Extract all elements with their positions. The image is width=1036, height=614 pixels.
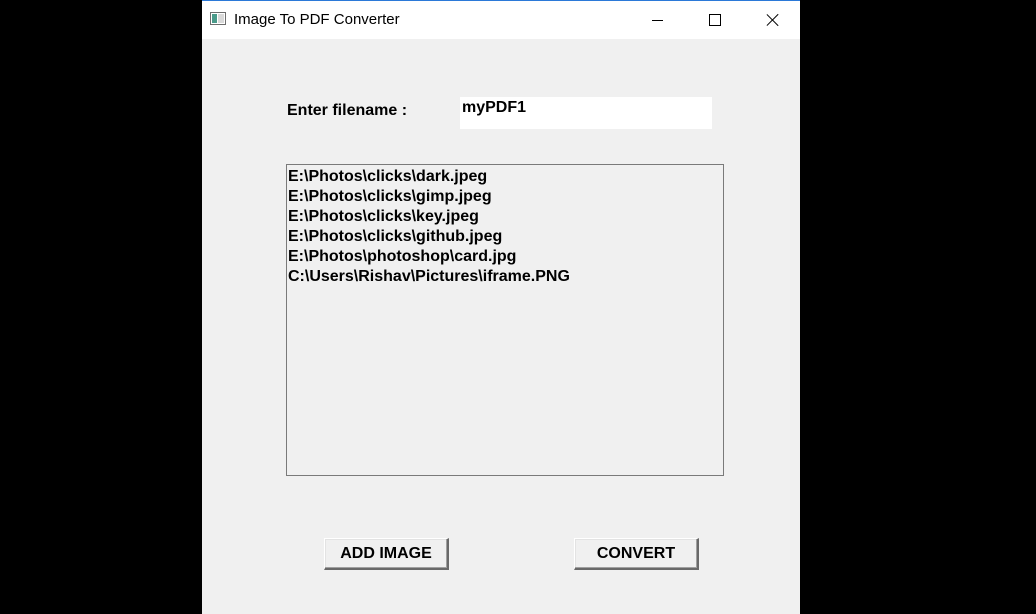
app-window: Image To PDF Converter Enter filename : … xyxy=(202,0,800,614)
list-item[interactable]: E:\Photos\photoshop\card.jpg xyxy=(288,247,723,267)
minimize-button[interactable] xyxy=(634,1,680,39)
list-item[interactable]: C:\Users\Rishav\Pictures\iframe.PNG xyxy=(288,267,723,287)
maximize-button[interactable] xyxy=(692,1,738,39)
filename-label: Enter filename : xyxy=(287,102,408,119)
window-title: Image To PDF Converter xyxy=(234,11,400,28)
add-image-button[interactable]: ADD IMAGE xyxy=(324,538,449,570)
filename-input[interactable]: myPDF1 xyxy=(460,97,712,129)
close-icon xyxy=(766,13,780,27)
maximize-icon xyxy=(709,14,721,26)
convert-button[interactable]: CONVERT xyxy=(574,538,699,570)
app-icon xyxy=(210,12,226,25)
close-button[interactable] xyxy=(750,1,796,39)
list-item[interactable]: E:\Photos\clicks\github.jpeg xyxy=(288,227,723,247)
title-bar[interactable]: Image To PDF Converter xyxy=(202,0,800,39)
list-item[interactable]: E:\Photos\clicks\dark.jpeg xyxy=(288,167,723,187)
list-item[interactable]: E:\Photos\clicks\gimp.jpeg xyxy=(288,187,723,207)
list-item[interactable]: E:\Photos\clicks\key.jpeg xyxy=(288,207,723,227)
minimize-icon xyxy=(651,19,663,21)
image-listbox[interactable]: E:\Photos\clicks\dark.jpeg E:\Photos\cli… xyxy=(286,164,724,476)
